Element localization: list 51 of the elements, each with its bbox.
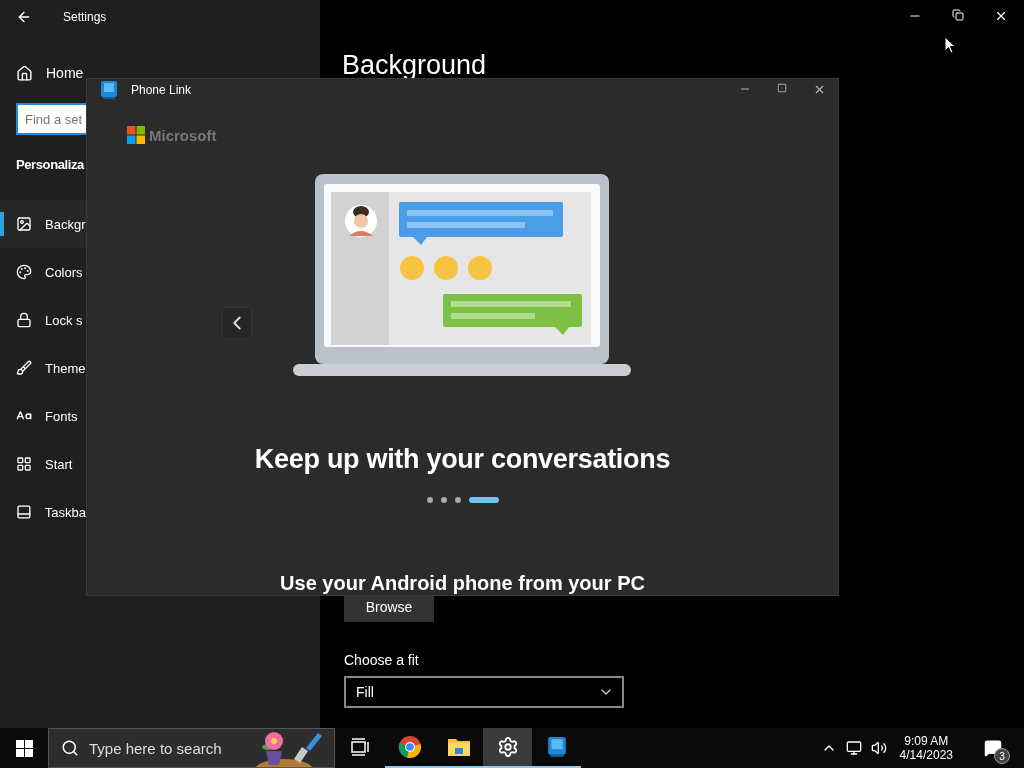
fit-dropdown[interactable]: Fill <box>344 676 624 708</box>
sidebar-item[interactable]: Taskba <box>0 488 86 536</box>
page-dot[interactable] <box>426 497 433 503</box>
windows-logo-icon <box>15 739 33 757</box>
restore-icon[interactable] <box>952 9 964 21</box>
folder-icon <box>446 736 471 758</box>
page-heading: Background <box>342 50 488 81</box>
browser-icon <box>397 735 422 759</box>
lock-icon <box>16 312 32 328</box>
sidebar-item[interactable]: Backgr <box>0 200 86 248</box>
clock[interactable]: 9:09 AM 4/14/2023 <box>899 734 953 762</box>
sidebar-item[interactable]: Colors <box>0 248 86 296</box>
phone-app-icon <box>99 79 119 100</box>
slide-title: Keep up with your conversations <box>254 444 671 475</box>
image-icon <box>16 216 32 232</box>
home-link[interactable]: Home <box>0 49 86 97</box>
grid-icon <box>16 456 32 472</box>
close-icon[interactable] <box>813 83 826 96</box>
home-icon <box>16 64 33 82</box>
four-squares-logo-icon <box>127 126 145 144</box>
cursor-icon <box>944 36 956 54</box>
maximize-icon[interactable] <box>777 83 787 93</box>
taskbar-search-field[interactable]: Type here to search <box>48 728 335 768</box>
sidebar-item[interactable]: Theme <box>0 344 86 392</box>
taskbar-app[interactable] <box>483 728 532 768</box>
sidebar-item[interactable]: Fonts <box>0 392 86 440</box>
network-icon[interactable] <box>845 740 862 756</box>
close-icon[interactable] <box>994 9 1008 23</box>
panel-icon <box>16 504 32 520</box>
settings-icon <box>496 736 519 758</box>
page-dot[interactable] <box>440 497 447 503</box>
brand-name: Microsoft <box>149 126 217 144</box>
fit-label: Choose a fit <box>344 652 420 668</box>
notification-count: 3 <box>994 748 1010 764</box>
search-field[interactable]: Find a set <box>16 103 86 135</box>
notification-button[interactable]: 3 <box>976 732 1010 764</box>
phone-app-icon <box>545 736 568 758</box>
search-icon <box>61 739 79 757</box>
page-dot[interactable] <box>454 497 461 503</box>
brush-icon <box>16 360 32 376</box>
sidebar-item[interactable]: Start <box>0 440 86 488</box>
sidebar-item[interactable]: Lock s <box>0 296 86 344</box>
palette-icon <box>16 264 32 280</box>
window-title: Settings <box>63 10 107 24</box>
previous-button[interactable] <box>222 307 252 339</box>
phone-link-title: Phone Link <box>131 82 192 97</box>
volume-icon[interactable] <box>870 740 887 756</box>
section-heading: Personaliza <box>16 157 84 172</box>
slide-subtitle: Use your Android phone from your PC <box>280 572 645 595</box>
back-arrow-icon[interactable] <box>16 9 32 25</box>
task-view-icon <box>350 738 371 756</box>
